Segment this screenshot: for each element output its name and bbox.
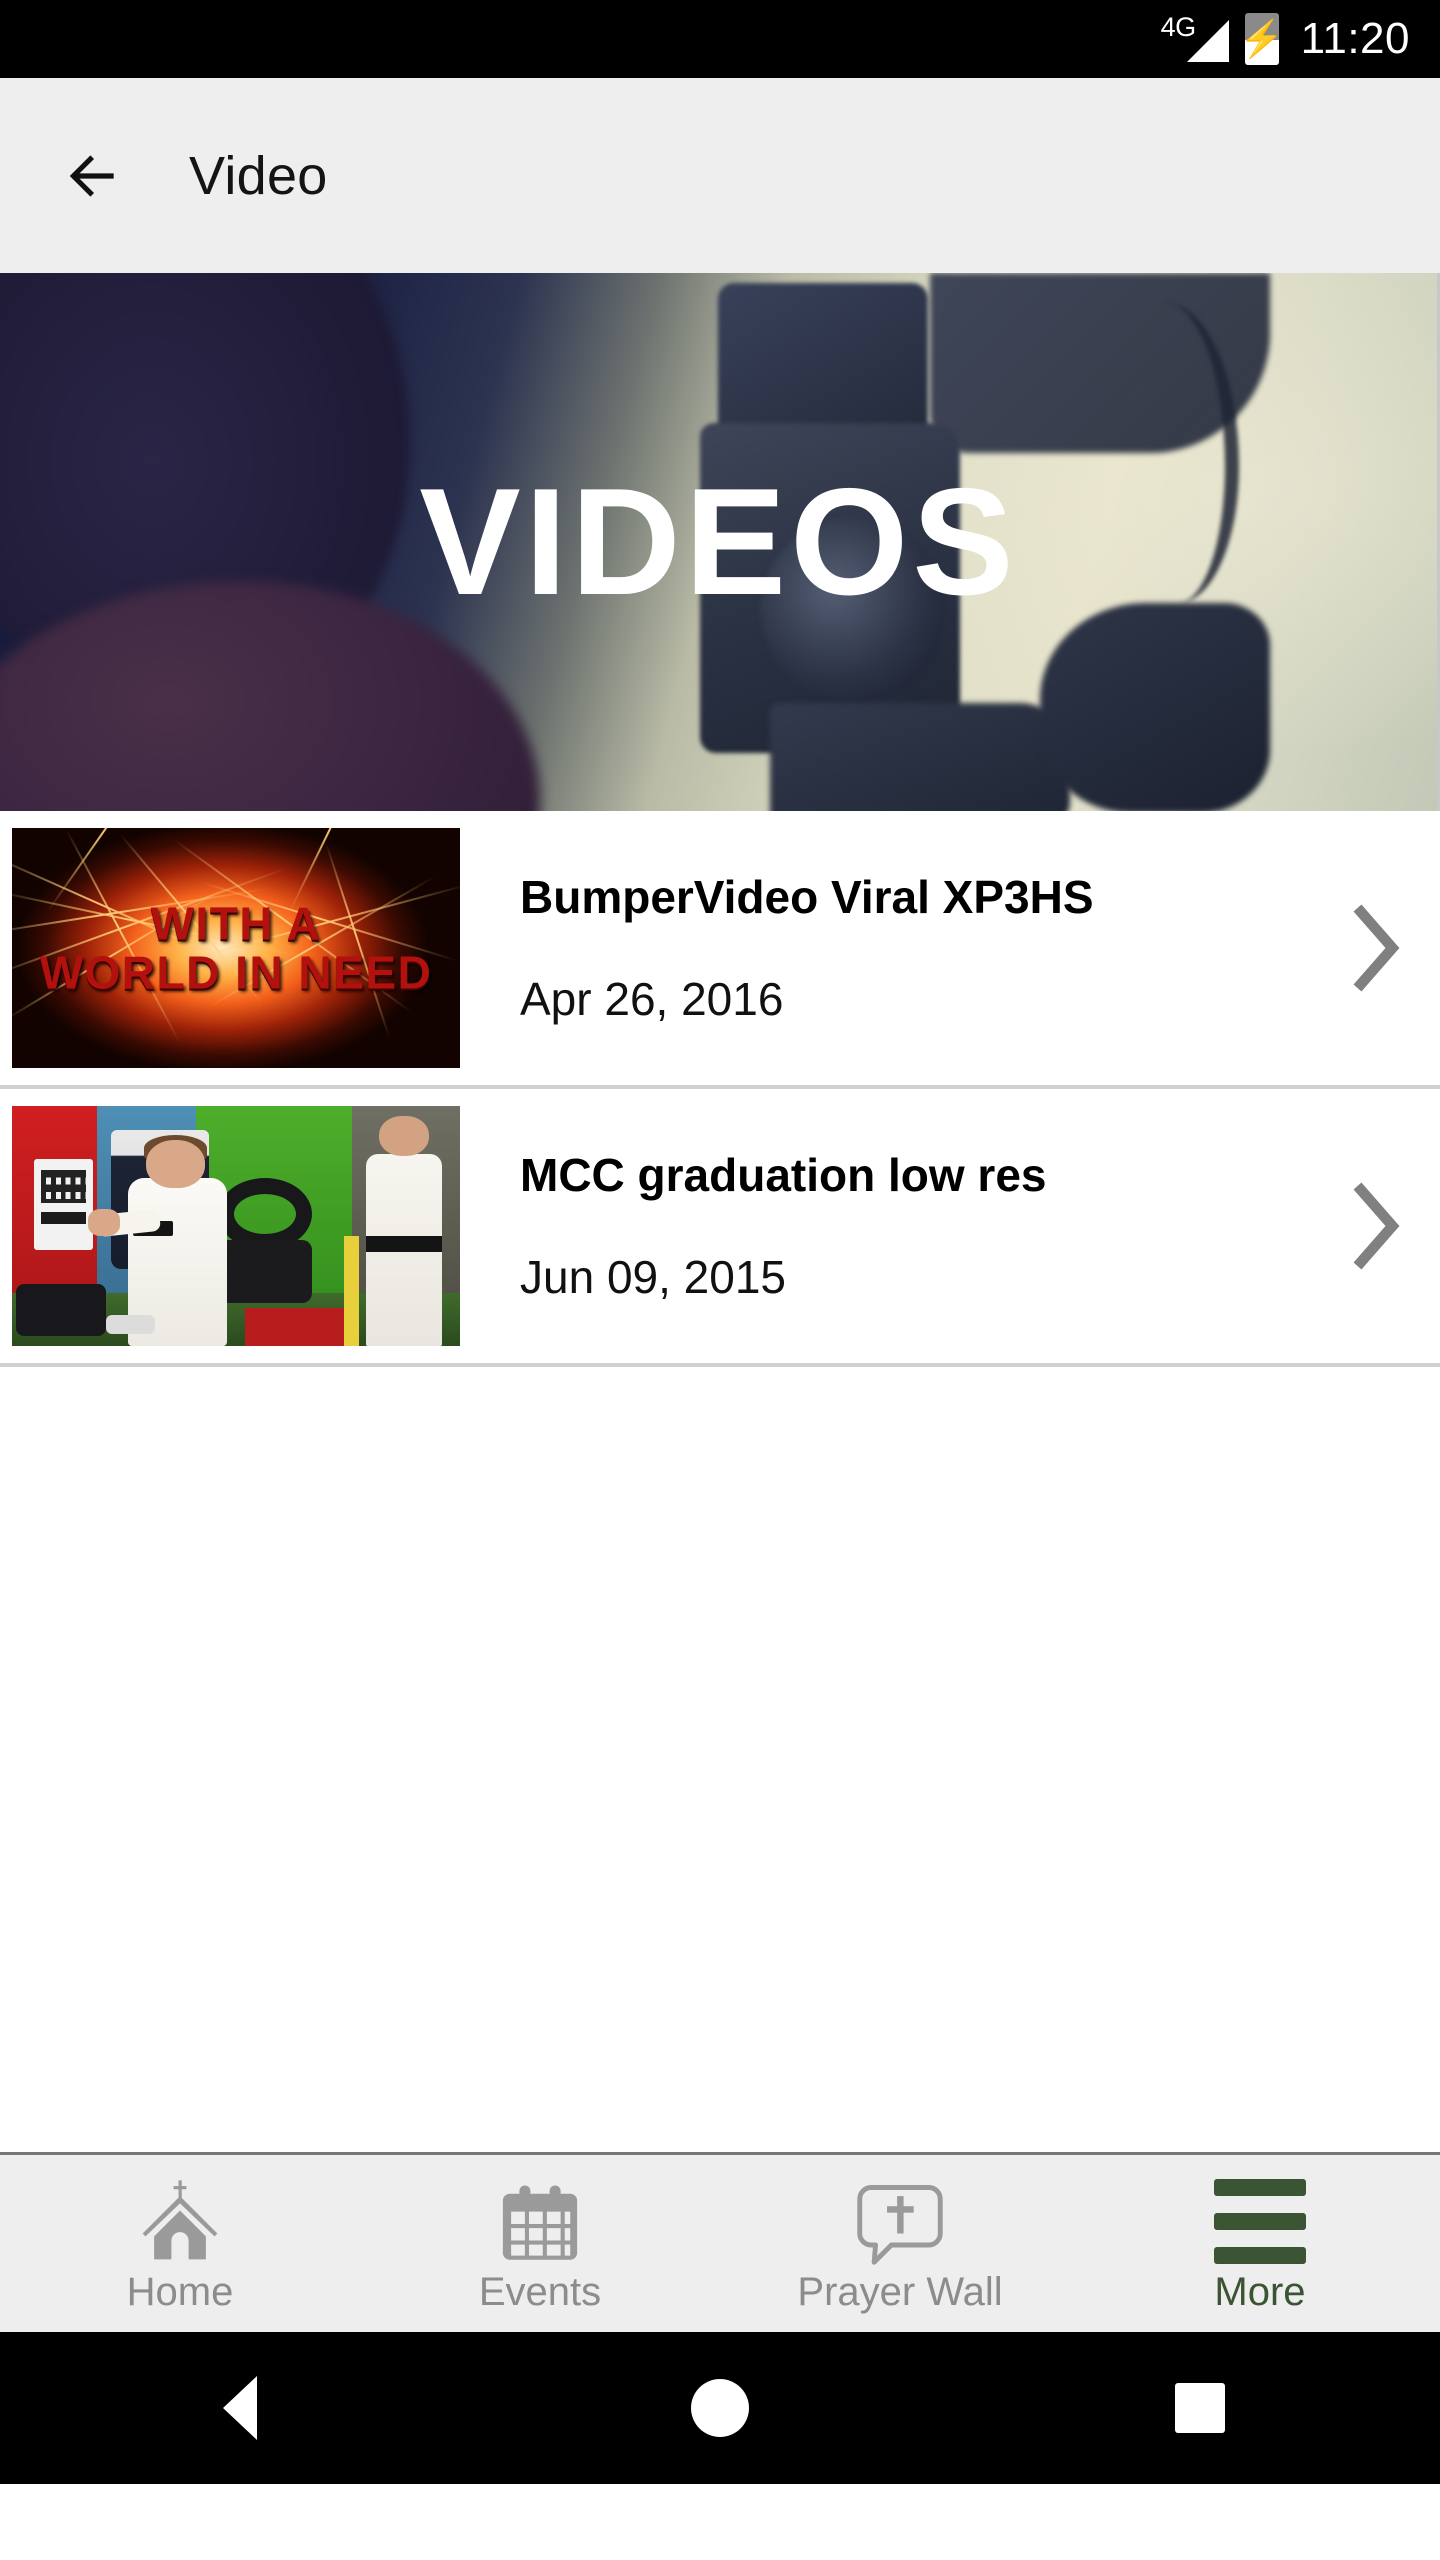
triangle-back-icon[interactable] xyxy=(0,2376,480,2440)
home-circle-glyph xyxy=(691,2379,749,2437)
camera-top-handle xyxy=(718,283,928,433)
video-title: BumperVideo Viral XP3HS xyxy=(520,871,1094,923)
empty-list-space xyxy=(0,1367,1440,2152)
hamburger-bar xyxy=(1214,2178,1306,2196)
chevron-right-icon[interactable] xyxy=(1310,900,1440,996)
chevron-right-glyph xyxy=(1353,904,1400,992)
tab-label-home: Home xyxy=(126,2269,234,2314)
signal-lit-part xyxy=(1186,20,1229,62)
video-list-item[interactable]: MCC graduation low res Jun 09, 2015 xyxy=(0,1089,1440,1367)
hero-banner: VIDEOS xyxy=(0,273,1440,811)
dojo-instructor-head xyxy=(379,1115,429,1157)
app-bar: Video xyxy=(0,78,1440,273)
dojo-gear-bag xyxy=(16,1283,107,1337)
dojo-floor-mat xyxy=(244,1307,344,1346)
charging-bolt-icon: ⚡ xyxy=(1244,18,1279,59)
bottom-tab-bar: Home Events Prayer Wall More xyxy=(0,2152,1440,2332)
status-bar: 4G ⚡ 11:20 xyxy=(0,0,1440,78)
thumbnail-caption-line2: WORLD IN NEED xyxy=(39,946,433,998)
back-triangle-glyph xyxy=(223,2376,257,2440)
hamburger-bars xyxy=(1214,2178,1306,2268)
tab-label-events: Events xyxy=(478,2269,602,2314)
recents-square-glyph xyxy=(1175,2383,1225,2433)
video-thumbnail: WITH A WORLD IN NEED xyxy=(12,828,460,1068)
thumbnail-caption-line1: WITH A xyxy=(150,897,322,950)
hamburger-bar xyxy=(1214,2246,1306,2264)
video-thumbnail xyxy=(12,1106,460,1346)
dojo-student-head xyxy=(146,1139,205,1188)
status-bar-clock: 11:20 xyxy=(1300,14,1410,63)
dojo-tire-lower xyxy=(218,1240,313,1303)
video-list-item[interactable]: WITH A WORLD IN NEED BumperVideo Viral X… xyxy=(0,811,1440,1089)
prayer-bubble-icon xyxy=(854,2176,946,2268)
status-bar-right: 4G ⚡ 11:20 xyxy=(1161,12,1410,65)
back-arrow-icon[interactable] xyxy=(62,145,124,207)
system-navigation-bar xyxy=(0,2332,1440,2484)
video-title: MCC graduation low res xyxy=(520,1149,1047,1201)
page-title: Video xyxy=(189,145,328,206)
video-date: Apr 26, 2016 xyxy=(520,973,784,1025)
square-recents-icon[interactable] xyxy=(960,2383,1440,2433)
dojo-poster-pattern xyxy=(41,1169,86,1203)
dojo-tire-upper xyxy=(218,1178,313,1250)
thumbnail-caption: WITH A WORLD IN NEED xyxy=(12,899,460,997)
hero-title: VIDEOS xyxy=(419,457,1018,627)
chevron-right-icon[interactable] xyxy=(1310,1178,1440,1274)
chevron-right-glyph xyxy=(1353,1182,1400,1270)
signal-bars-icon: 4G xyxy=(1161,12,1229,64)
circle-home-icon[interactable] xyxy=(480,2379,960,2437)
tab-home[interactable]: Home xyxy=(0,2155,360,2332)
battery-charging-icon: ⚡ xyxy=(1244,13,1279,65)
tab-events[interactable]: Events xyxy=(360,2155,720,2332)
hamburger-bar xyxy=(1214,2212,1306,2230)
video-item-text: MCC graduation low res Jun 09, 2015 xyxy=(460,1148,1310,1304)
camera-grip xyxy=(1040,603,1270,811)
video-list: WITH A WORLD IN NEED BumperVideo Viral X… xyxy=(0,811,1440,1367)
dojo-shoes xyxy=(106,1314,156,1334)
calendar-icon xyxy=(496,2176,584,2268)
video-item-text: BumperVideo Viral XP3HS Apr 26, 2016 xyxy=(460,870,1310,1026)
church-icon xyxy=(134,2176,226,2268)
dojo-wall-poster xyxy=(34,1158,93,1250)
tab-more[interactable]: More xyxy=(1080,2155,1440,2332)
tab-label-more: More xyxy=(1214,2269,1306,2314)
camera-base xyxy=(770,703,1070,811)
dojo-instructor-belt xyxy=(365,1235,443,1253)
tab-label-prayer-wall: Prayer Wall xyxy=(797,2269,1003,2314)
video-date: Jun 09, 2015 xyxy=(520,1251,787,1303)
tab-prayer-wall[interactable]: Prayer Wall xyxy=(720,2155,1080,2332)
dojo-yellow-pole xyxy=(343,1235,360,1346)
hamburger-menu-icon xyxy=(1214,2176,1306,2268)
dojo-student-fist xyxy=(88,1209,120,1236)
